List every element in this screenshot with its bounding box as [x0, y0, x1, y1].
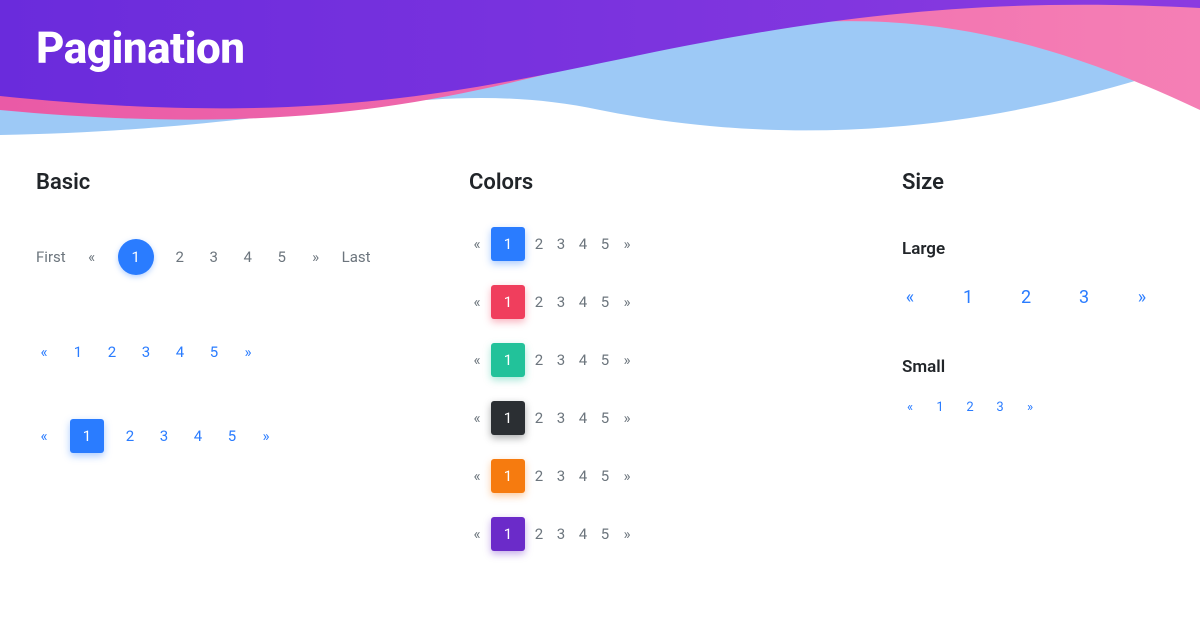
page-link[interactable]: 2 [531, 459, 547, 493]
next-button[interactable]: » [619, 401, 635, 435]
page-link[interactable]: 2 [172, 240, 188, 274]
last-button[interactable]: Last [342, 240, 371, 274]
page-link[interactable]: 5 [597, 517, 613, 551]
page-link[interactable]: 3 [206, 240, 222, 274]
page-link[interactable]: 5 [206, 335, 222, 369]
prev-button[interactable]: « [84, 240, 100, 274]
page-active[interactable]: 1 [491, 517, 525, 551]
page-link[interactable]: 2 [962, 395, 978, 419]
page-link[interactable]: 4 [575, 517, 591, 551]
page-active[interactable]: 1 [491, 227, 525, 261]
page-link[interactable]: 2 [104, 335, 120, 369]
page-link[interactable]: 3 [992, 395, 1008, 419]
section-colors: Colors « 1 2 3 4 5 » « 1 2 3 4 5 » « 1 2… [469, 170, 862, 575]
section-basic: Basic First « 1 2 3 4 5 » Last « 1 2 3 4… [36, 170, 429, 575]
prev-button[interactable]: « [469, 227, 485, 261]
page-link[interactable]: 1 [960, 277, 976, 317]
page-link[interactable]: 4 [575, 459, 591, 493]
page-link[interactable]: 4 [575, 401, 591, 435]
page-link[interactable]: 5 [597, 343, 613, 377]
next-button[interactable]: » [619, 227, 635, 261]
prev-button[interactable]: « [469, 517, 485, 551]
page-active[interactable]: 1 [491, 285, 525, 319]
size-small-block: Small « 1 2 3 » [902, 357, 1164, 419]
prev-button[interactable]: « [469, 343, 485, 377]
page-link[interactable]: 5 [597, 401, 613, 435]
pagination-size-small: « 1 2 3 » [902, 395, 1164, 419]
page-link[interactable]: 2 [531, 517, 547, 551]
pagination-color-primary: « 1 2 3 4 5 » [469, 227, 862, 261]
page-active[interactable]: 1 [491, 459, 525, 493]
page-link[interactable]: 5 [597, 227, 613, 261]
prev-button[interactable]: « [36, 419, 52, 453]
next-button[interactable]: » [1134, 277, 1150, 317]
pagination-basic-circle: First « 1 2 3 4 5 » Last [36, 239, 429, 275]
page-link[interactable]: 2 [1018, 277, 1034, 317]
pagination-color-danger: « 1 2 3 4 5 » [469, 285, 862, 319]
page-link[interactable]: 2 [531, 401, 547, 435]
next-button[interactable]: » [1022, 395, 1038, 419]
page-title: Pagination [36, 22, 245, 74]
page-link[interactable]: 4 [575, 343, 591, 377]
page-link[interactable]: 3 [553, 517, 569, 551]
page-link[interactable]: 5 [597, 459, 613, 493]
prev-button[interactable]: « [902, 277, 918, 317]
page-active[interactable]: 1 [70, 419, 104, 453]
page-link[interactable]: 3 [553, 285, 569, 319]
page-active[interactable]: 1 [491, 343, 525, 377]
pagination-color-teal: « 1 2 3 4 5 » [469, 343, 862, 377]
page-link[interactable]: 5 [597, 285, 613, 319]
page-link[interactable]: 5 [224, 419, 240, 453]
pagination-basic-links: « 1 2 3 4 5 » [36, 335, 429, 369]
pagination-color-orange: « 1 2 3 4 5 » [469, 459, 862, 493]
page-active[interactable]: 1 [118, 239, 154, 275]
page-link[interactable]: 4 [575, 285, 591, 319]
page-link[interactable]: 2 [531, 227, 547, 261]
pagination-basic-square: « 1 2 3 4 5 » [36, 419, 429, 453]
next-button[interactable]: » [308, 240, 324, 274]
next-button[interactable]: » [619, 285, 635, 319]
prev-button[interactable]: « [36, 335, 52, 369]
size-small-label: Small [902, 357, 1164, 377]
next-button[interactable]: » [619, 343, 635, 377]
page-link[interactable]: 4 [240, 240, 256, 274]
pagination-color-purple: « 1 2 3 4 5 » [469, 517, 862, 551]
page-link[interactable]: 1 [932, 395, 948, 419]
pagination-size-large: « 1 2 3 » [902, 277, 1164, 317]
page-link[interactable]: 2 [531, 343, 547, 377]
prev-button[interactable]: « [902, 395, 918, 419]
page-link[interactable]: 4 [575, 227, 591, 261]
next-button[interactable]: » [240, 335, 256, 369]
next-button[interactable]: » [258, 419, 274, 453]
page-link[interactable]: 4 [172, 335, 188, 369]
page-link[interactable]: 4 [190, 419, 206, 453]
page-link[interactable]: 3 [1076, 277, 1092, 317]
page-active[interactable]: 1 [491, 401, 525, 435]
section-size: Size Large « 1 2 3 » Small « 1 2 3 » [902, 170, 1164, 575]
page-link[interactable]: 3 [553, 343, 569, 377]
page-link[interactable]: 1 [70, 335, 86, 369]
page-link[interactable]: 3 [553, 401, 569, 435]
page-link[interactable]: 5 [274, 240, 290, 274]
prev-button[interactable]: « [469, 285, 485, 319]
page-link[interactable]: 3 [553, 459, 569, 493]
page-link[interactable]: 3 [553, 227, 569, 261]
page-link[interactable]: 3 [138, 335, 154, 369]
content-area: Basic First « 1 2 3 4 5 » Last « 1 2 3 4… [0, 140, 1200, 575]
prev-button[interactable]: « [469, 459, 485, 493]
page-link[interactable]: 2 [122, 419, 138, 453]
next-button[interactable]: » [619, 459, 635, 493]
size-large-block: Large « 1 2 3 » [902, 239, 1164, 317]
size-large-label: Large [902, 239, 1164, 259]
page-link[interactable]: 2 [531, 285, 547, 319]
prev-button[interactable]: « [469, 401, 485, 435]
next-button[interactable]: » [619, 517, 635, 551]
first-button[interactable]: First [36, 240, 66, 274]
pagination-color-dark: « 1 2 3 4 5 » [469, 401, 862, 435]
page-link[interactable]: 3 [156, 419, 172, 453]
hero-banner: Pagination [0, 0, 1200, 140]
